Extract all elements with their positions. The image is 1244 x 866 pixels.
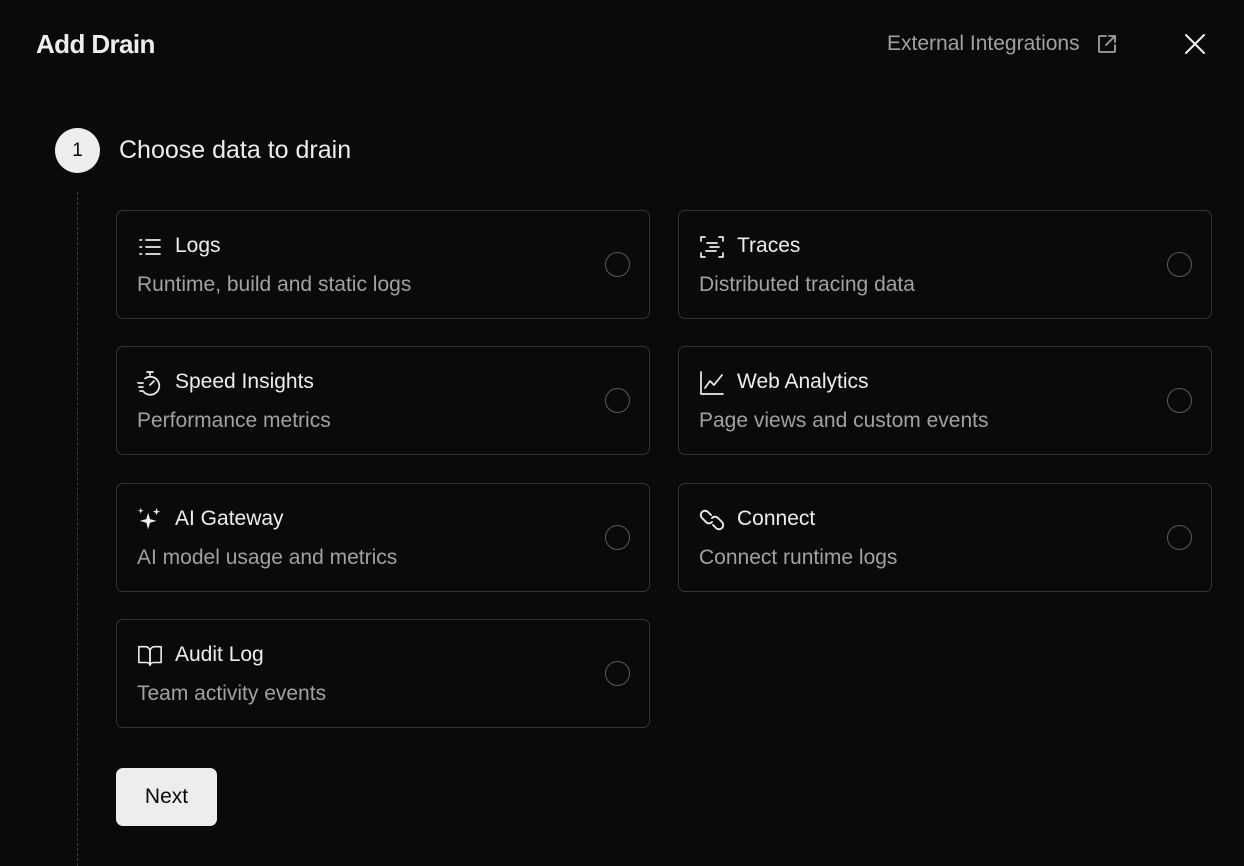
external-link-icon [1096, 33, 1118, 55]
option-title: Audit Log [175, 643, 264, 666]
option-title: Connect [737, 507, 816, 530]
option-title: Logs [175, 234, 221, 257]
option-card-traces[interactable]: Traces Distributed tracing data [678, 210, 1212, 319]
connect-icon [699, 507, 725, 533]
close-icon [1185, 34, 1205, 54]
option-description: Team activity events [137, 682, 327, 705]
option-title: Web Analytics [737, 370, 869, 393]
option-card-web-analytics[interactable]: Web Analytics Page views and custom even… [678, 346, 1212, 455]
option-description: Runtime, build and static logs [137, 273, 412, 296]
list-icon [137, 234, 163, 260]
book-icon [137, 643, 163, 669]
option-title: Speed Insights [175, 370, 314, 393]
option-card-connect[interactable]: Connect Connect runtime logs [678, 483, 1212, 592]
next-button[interactable]: Next [116, 768, 217, 826]
option-radio[interactable] [605, 388, 630, 413]
option-description: Distributed tracing data [699, 273, 915, 296]
option-radio[interactable] [1167, 252, 1192, 277]
option-card-speed-insights[interactable]: Speed Insights Performance metrics [116, 346, 650, 455]
option-card-logs[interactable]: Logs Runtime, build and static logs [116, 210, 650, 319]
close-button[interactable] [1180, 29, 1210, 59]
line-chart-icon [699, 370, 725, 396]
option-card-audit-log[interactable]: Audit Log Team activity events [116, 619, 650, 728]
option-description: Performance metrics [137, 409, 331, 432]
external-integrations-link[interactable]: External Integrations [887, 29, 1118, 59]
external-integrations-label: External Integrations [887, 32, 1080, 55]
option-title: Traces [737, 234, 801, 257]
step-number-badge: 1 [55, 128, 100, 173]
dialog-title: Add Drain [36, 29, 155, 59]
option-radio[interactable] [1167, 388, 1192, 413]
option-radio[interactable] [605, 252, 630, 277]
step-connector-line [77, 192, 78, 866]
step-title: Choose data to drain [119, 136, 352, 164]
option-radio[interactable] [1167, 525, 1192, 550]
option-description: Connect runtime logs [699, 546, 898, 569]
stopwatch-icon [137, 370, 163, 396]
dialog-header: Add Drain External Integrations [0, 0, 1244, 88]
option-card-ai-gateway[interactable]: AI Gateway AI model usage and metrics [116, 483, 650, 592]
option-title: AI Gateway [175, 507, 284, 530]
option-radio[interactable] [605, 661, 630, 686]
option-description: AI model usage and metrics [137, 546, 398, 569]
option-radio[interactable] [605, 525, 630, 550]
option-description: Page views and custom events [699, 409, 989, 432]
sparkles-icon [137, 507, 163, 533]
traces-icon [699, 234, 725, 260]
